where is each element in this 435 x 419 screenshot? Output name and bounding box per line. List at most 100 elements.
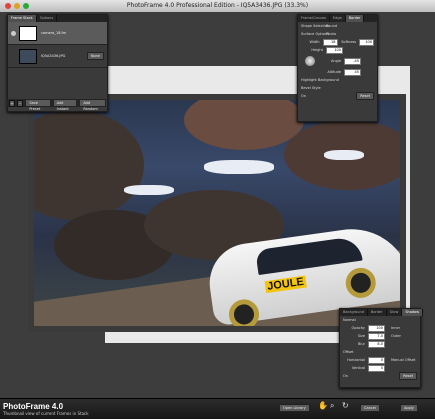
surface-options-row: Surface Options Photo	[298, 30, 377, 38]
shape-selection-row: Shape Selection Round	[298, 22, 377, 30]
on-checkbox[interactable]: On	[343, 374, 348, 378]
tab-background[interactable]: Background	[340, 309, 368, 316]
car-wheel	[343, 265, 378, 300]
status-text: Thumbnail view of current Frames in Stac…	[3, 411, 89, 416]
hand-tool-icon[interactable]: ✋	[318, 402, 328, 410]
window-title: PhotoFrame 4.0 Professional Edition - IQ…	[126, 2, 309, 9]
frame-stack-item[interactable]: camera_18.fm	[8, 22, 107, 45]
tab-frame-stack[interactable]: Frame Stack	[8, 15, 37, 22]
image-thumbnail	[19, 48, 37, 64]
tab-edge[interactable]: Edge	[330, 15, 346, 22]
app-logo: PhotoFrame 4.0	[3, 402, 64, 411]
width-field[interactable]: 18	[322, 38, 338, 46]
frame-stack-tabs: Frame Stack Options	[8, 15, 107, 22]
bevel-style-label: Bevel Style	[301, 86, 321, 90]
height-field[interactable]: 100	[326, 46, 343, 54]
altitude-label: Altitude	[327, 70, 341, 74]
frame-name: IQ5A3436.JPG	[41, 54, 66, 58]
blend-mode-button[interactable]: None	[86, 52, 104, 60]
shadow-panel-footer: On Reset	[340, 372, 420, 380]
remove-frame-button[interactable]: –	[17, 99, 24, 107]
vertical-label: Vertical	[351, 366, 365, 370]
size-label: Size	[357, 334, 365, 338]
light-angle-row: Angle -45	[298, 54, 377, 68]
width-label: Width	[309, 40, 320, 44]
angle-field[interactable]: -45	[344, 57, 361, 65]
opacity-row: Opacity 100 Inner	[340, 324, 420, 332]
inner-radio[interactable]: Inner	[391, 326, 400, 330]
car-wheel	[227, 297, 261, 326]
frame-panel-footer: On Reset	[298, 92, 377, 100]
opacity-field[interactable]: 100	[368, 324, 385, 332]
horizontal-label: Horizontal	[347, 358, 365, 362]
size-field[interactable]: 7.0	[368, 332, 385, 340]
snow-patch	[204, 160, 274, 174]
on-checkbox[interactable]: On	[301, 94, 306, 98]
add-random-button[interactable]: Add Random	[79, 99, 106, 111]
photo-preview[interactable]: JOULE	[28, 94, 406, 332]
tab-border[interactable]: Border	[345, 15, 365, 22]
apply-button[interactable]: Apply	[400, 404, 418, 412]
light-direction-knob[interactable]	[305, 56, 315, 66]
size-row: Size 7.0 Outer	[340, 332, 420, 340]
softness-field[interactable]: 100	[359, 38, 374, 46]
rotate-tool-icon[interactable]: ↻	[342, 402, 350, 410]
blur-field[interactable]: 8.0	[368, 340, 385, 348]
vertical-field[interactable]: 0	[368, 364, 385, 372]
zoom-tool-icon[interactable]: ⌕	[330, 402, 338, 410]
shadow-panel: Background Border Glow Shadow Normal Opa…	[339, 308, 424, 388]
softness-label: Softness	[341, 40, 357, 44]
horizontal-row: Horizontal 0 Manual Offset	[340, 356, 420, 364]
bevel-row: Bevel Style	[298, 84, 377, 92]
altitude-row: Altitude 45	[298, 68, 377, 76]
blend-row: Normal	[340, 316, 420, 324]
open-library-button[interactable]: Open Library	[279, 404, 310, 412]
blur-label: Blur	[357, 342, 365, 346]
tab-border[interactable]: Border	[368, 309, 387, 316]
tab-frame-canvas[interactable]: Frame/Canvas	[298, 15, 330, 22]
height-label: Height	[311, 48, 323, 52]
surface-options-label: Surface Options	[301, 32, 329, 36]
shape-selection-label: Shape Selection	[301, 24, 330, 28]
blend-mode-select[interactable]: Normal	[343, 318, 356, 322]
tab-glow[interactable]: Glow	[387, 309, 403, 316]
frame-stack-panel: Frame Stack Options camera_18.fm IQ5A343…	[7, 14, 108, 112]
surface-options-select[interactable]: Photo	[326, 32, 336, 36]
highlight-background-label: Highlight Background	[301, 78, 339, 82]
reset-button[interactable]: Reset	[399, 372, 417, 380]
rock	[184, 100, 304, 150]
add-instant-button[interactable]: Add Instant	[52, 99, 78, 111]
add-frame-button[interactable]: +	[9, 99, 16, 107]
bottom-bar: PhotoFrame 4.0 Thumbnail view of current…	[0, 398, 435, 419]
offset-row: Offset	[340, 348, 420, 356]
cancel-button[interactable]: Cancel	[360, 404, 380, 412]
frame-stack-item[interactable]: IQ5A3436.JPG None	[8, 45, 107, 68]
snow-patch	[324, 150, 364, 160]
blur-row: Blur 8.0	[340, 340, 420, 348]
shadow-panel-tabs: Background Border Glow Shadow	[340, 309, 424, 316]
manual-offset-button[interactable]: Manual Offset	[391, 358, 415, 362]
width-row: Width 18 Softness 100	[298, 38, 377, 46]
save-preset-button[interactable]: Save Preset	[25, 99, 51, 111]
eye-icon[interactable]	[11, 30, 16, 36]
altitude-field[interactable]: 45	[344, 68, 361, 76]
height-row: Height 100	[298, 46, 377, 54]
shape-selection-select[interactable]: Round	[326, 24, 337, 28]
frame-stack-footer: + – Save Preset Add Instant Add Random	[7, 99, 106, 111]
car-window	[255, 235, 363, 276]
snow-patch	[124, 185, 174, 195]
highlight-row: Highlight Background	[298, 76, 377, 84]
reset-button[interactable]: Reset	[356, 92, 374, 100]
outer-radio[interactable]: Outer	[391, 334, 401, 338]
opacity-label: Opacity	[351, 326, 365, 330]
horizontal-field[interactable]: 0	[368, 356, 385, 364]
vertical-row: Vertical 0	[340, 364, 420, 372]
car-logo: JOULE	[264, 275, 307, 294]
rock	[34, 110, 144, 220]
frame-settings-panel: Frame/Canvas Edge Border Shape Selection…	[297, 14, 378, 122]
offset-label: Offset	[343, 350, 354, 354]
frame-name: camera_18.fm	[41, 31, 67, 35]
tab-shadow[interactable]: Shadow	[402, 309, 424, 316]
tab-options[interactable]: Options	[37, 15, 58, 22]
angle-label: Angle	[331, 59, 341, 63]
